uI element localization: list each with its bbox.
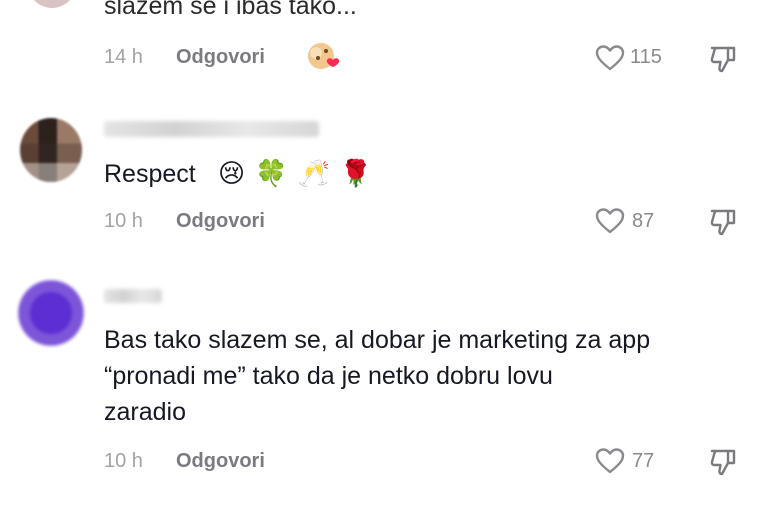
like-button[interactable]	[595, 44, 625, 72]
avatar[interactable]	[18, 280, 84, 346]
like-button[interactable]	[595, 447, 625, 475]
comment-text: slazem se i ibas tako...	[104, 0, 357, 20]
username-blurred[interactable]	[104, 289, 162, 303]
comment-emojis: 😢 🍀 🥂 🌹	[218, 158, 372, 188]
heart-outline-icon	[595, 208, 625, 234]
avatar[interactable]	[28, 0, 76, 8]
four-leaf-clover-icon: 🍀	[255, 158, 288, 188]
dislike-button[interactable]	[708, 44, 738, 74]
reply-button[interactable]: Odgovori	[176, 46, 265, 69]
like-button[interactable]	[595, 207, 625, 235]
comment-time: 14 h	[104, 46, 143, 68]
comment-time: 10 h	[104, 450, 143, 472]
avatar[interactable]	[20, 118, 82, 182]
face-with-heart-badge-icon	[308, 43, 340, 69]
comment-text: Respect	[104, 160, 196, 188]
reply-button[interactable]: Odgovori	[176, 450, 265, 473]
dislike-button[interactable]	[708, 447, 738, 477]
creator-reaction-badge	[304, 40, 342, 74]
rose-icon: 🌹	[339, 158, 373, 188]
thumbs-down-icon	[710, 209, 736, 236]
comment-time: 10 h	[104, 210, 143, 232]
comment-text-line: Bas tako slazem se, al dobar je marketin…	[104, 326, 651, 354]
reply-button[interactable]: Odgovori	[176, 210, 265, 233]
heart-outline-icon	[595, 448, 625, 474]
thumbs-down-icon	[710, 46, 736, 73]
comment-text-line: zaradio	[104, 398, 186, 426]
thumbs-down-icon	[710, 449, 736, 476]
username-blurred[interactable]	[104, 121, 319, 137]
heart-outline-icon	[595, 45, 625, 71]
dislike-button[interactable]	[708, 207, 738, 237]
crying-face-icon: 😢	[218, 158, 246, 188]
like-count: 87	[632, 210, 655, 232]
comment-text-line: “pronadi me” tako da je netko dobru lovu	[104, 362, 553, 390]
like-count: 115	[630, 46, 662, 68]
like-count: 77	[632, 450, 655, 472]
clinking-glasses-icon: 🥂	[297, 158, 330, 188]
